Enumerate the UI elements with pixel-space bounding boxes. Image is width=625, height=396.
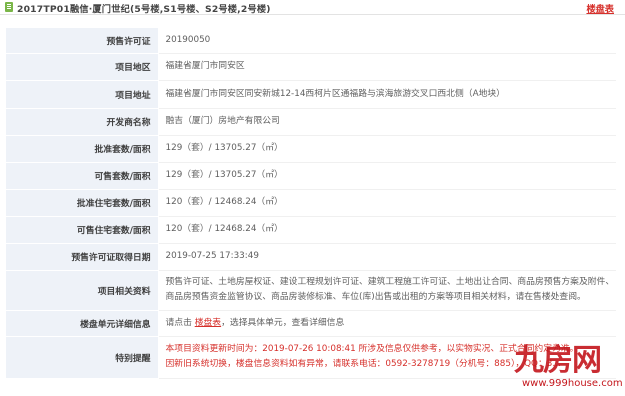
row-value: 预售许可证、土地房屋权证、建设工程规划许可证、建筑工程施工许可证、土地出让合同、… — [158, 270, 616, 311]
row-label: 项目地址 — [6, 80, 159, 109]
row-label: 项目相关资料 — [6, 270, 159, 311]
unit-info-prefix: 请点击 — [165, 317, 192, 328]
row-label: 项目地区 — [6, 53, 159, 81]
floor-plan-table-link[interactable]: 楼盘表 — [586, 1, 614, 15]
site-watermark: 九房网 www.999house.com — [514, 343, 623, 396]
row-label: 可售套数/面积 — [6, 162, 159, 190]
table-row: 楼盘单元详细信息 请点击 楼盘表，选择具体单元，查看详细信息 — [6, 310, 616, 337]
row-value: 120（套）/ 12468.24（㎡） — [158, 189, 616, 217]
row-label: 批准住宅套数/面积 — [6, 189, 159, 217]
table-row: 项目地址 福建省厦门市同安区同安新城12-14西柯片区通福路与滨海旅游交叉口西北… — [6, 80, 616, 109]
unit-info-suffix: ，选择具体单元，查看详细信息 — [221, 317, 345, 328]
row-label: 特别提醒 — [6, 336, 159, 379]
row-value: 2019-07-25 17:33:49 — [158, 243, 616, 271]
table-row: 预售许可证取得日期 2019-07-25 17:33:49 — [6, 243, 616, 271]
row-value: 福建省厦门市同安区同安新城12-14西柯片区通福路与滨海旅游交叉口西北侧（A地块… — [158, 80, 616, 109]
table-row: 开发商名称 融吉（厦门）房地产有限公司 — [6, 108, 616, 136]
watermark-url: www.999house.com — [522, 378, 623, 389]
row-label: 批准套数/面积 — [6, 135, 159, 163]
document-icon — [5, 2, 13, 12]
row-value: 融吉（厦门）房地产有限公司 — [158, 108, 616, 136]
row-label: 可售住宅套数/面积 — [6, 216, 159, 244]
table-row: 批准套数/面积 129（套）/ 13705.27（㎡） — [6, 135, 616, 163]
table-row: 项目地区 福建省厦门市同安区 — [6, 53, 616, 81]
table-row: 可售套数/面积 129（套）/ 13705.27（㎡） — [6, 162, 616, 190]
row-label: 楼盘单元详细信息 — [6, 310, 159, 337]
row-value: 请点击 楼盘表，选择具体单元，查看详细信息 — [158, 310, 616, 337]
row-label: 开发商名称 — [6, 108, 159, 136]
row-value: 福建省厦门市同安区 — [158, 53, 616, 81]
watermark-logo: 九房网 — [514, 343, 602, 378]
row-label: 预售许可证取得日期 — [6, 243, 159, 271]
row-value: 129（套）/ 13705.27（㎡） — [158, 162, 616, 190]
table-row: 预售许可证 20190050 — [6, 28, 616, 54]
page-header: 2017TP01融信·厦门世纪(5号楼,S1号楼、S2号楼,2号楼) 楼盘表 — [0, 0, 625, 15]
row-value: 120（套）/ 12468.24（㎡） — [158, 216, 616, 244]
table-row: 可售住宅套数/面积 120（套）/ 12468.24（㎡） — [6, 216, 616, 244]
project-title: 2017TP01融信·厦门世纪(5号楼,S1号楼、S2号楼,2号楼) — [17, 4, 271, 15]
table-row: 批准住宅套数/面积 120（套）/ 12468.24（㎡） — [6, 189, 616, 217]
row-label: 预售许可证 — [6, 28, 159, 54]
project-info-table: 预售许可证 20190050 项目地区 福建省厦门市同安区 项目地址 福建省厦门… — [6, 28, 616, 379]
floor-plan-inline-link[interactable]: 楼盘表 — [195, 318, 221, 328]
table-row: 项目相关资料 预售许可证、土地房屋权证、建设工程规划许可证、建筑工程施工许可证、… — [6, 270, 616, 311]
row-value: 129（套）/ 13705.27（㎡） — [158, 135, 616, 163]
row-value: 20190050 — [158, 28, 616, 54]
